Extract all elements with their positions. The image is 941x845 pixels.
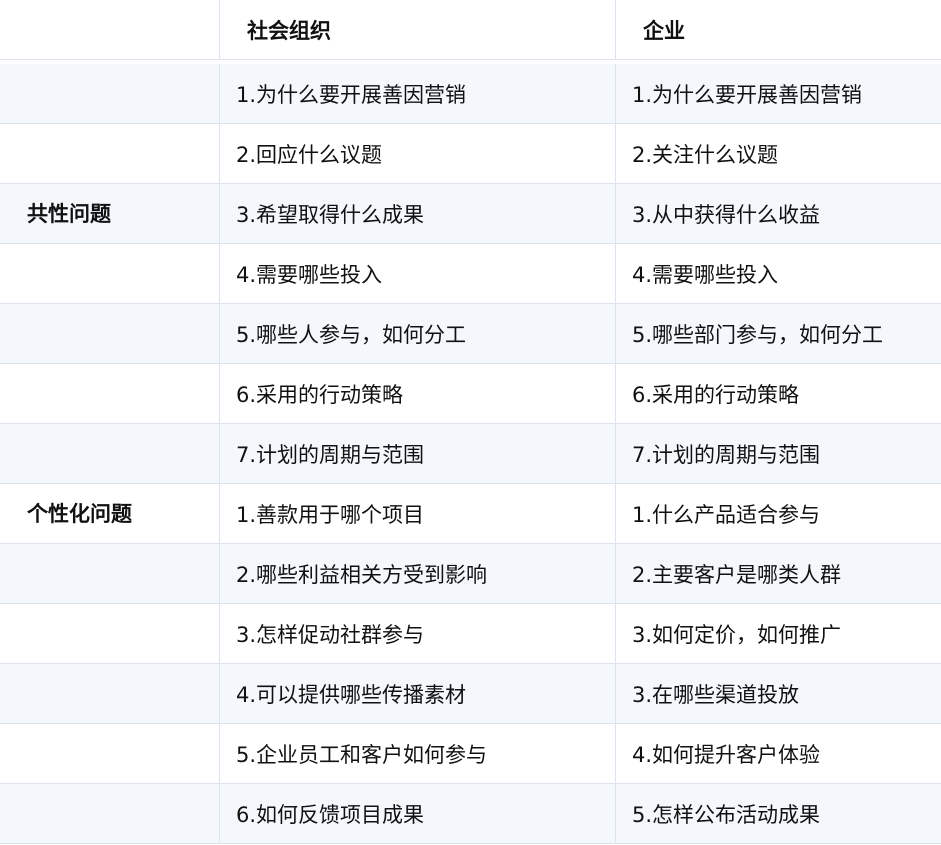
category-cell: [0, 784, 220, 843]
category-cell: [0, 64, 220, 123]
category-cell: [0, 124, 220, 183]
social-org-cell: 5.企业员工和客户如何参与: [220, 724, 616, 783]
social-org-cell: 5.哪些人参与，如何分工: [220, 304, 616, 363]
enterprise-cell: 1.为什么要开展善因营销: [632, 82, 863, 107]
enterprise-cell: 2.关注什么议题: [632, 142, 779, 167]
social-org-cell: 6.如何反馈项目成果: [220, 784, 616, 843]
table-row: 7.计划的周期与范围 7.计划的周期与范围: [0, 424, 941, 484]
table-row: 1.为什么要开展善因营销 1.为什么要开展善因营销: [0, 64, 941, 124]
table-row: 2.哪些利益相关方受到影响 2.主要客户是哪类人群: [0, 544, 941, 604]
social-org-cell: 1.为什么要开展善因营销: [220, 64, 616, 123]
enterprise-cell: 5.怎样公布活动成果: [632, 802, 821, 827]
enterprise-cell: 4.如何提升客户体验: [632, 742, 821, 767]
social-org-cell: 1.善款用于哪个项目: [220, 484, 616, 543]
enterprise-cell: 4.需要哪些投入: [632, 262, 779, 287]
header-cell-enterprise: 企业: [643, 18, 685, 43]
group-label-common: 共性问题: [27, 202, 111, 226]
table-row: 5.哪些人参与，如何分工 5.哪些部门参与，如何分工: [0, 304, 941, 364]
social-org-cell: 4.需要哪些投入: [220, 244, 616, 303]
header-cell-social-org: 社会组织: [220, 0, 616, 59]
category-cell: [0, 424, 220, 483]
enterprise-cell: 2.主要客户是哪类人群: [632, 562, 842, 587]
social-org-cell: 3.希望取得什么成果: [220, 184, 616, 243]
comparison-table: 社会组织 企业 1.为什么要开展善因营销 1.为什么要开展善因营销 2.回应什么…: [0, 0, 941, 845]
table-row: 3.怎样促动社群参与 3.如何定价，如何推广: [0, 604, 941, 664]
social-org-cell: 2.哪些利益相关方受到影响: [220, 544, 616, 603]
enterprise-cell: 6.采用的行动策略: [632, 382, 800, 407]
table-row: 4.可以提供哪些传播素材 3.在哪些渠道投放: [0, 664, 941, 724]
table-row: 1.善款用于哪个项目 1.什么产品适合参与: [0, 484, 941, 544]
social-org-cell: 6.采用的行动策略: [220, 364, 616, 423]
category-cell: [0, 364, 220, 423]
social-org-cell: 2.回应什么议题: [220, 124, 616, 183]
table-row: 6.采用的行动策略 6.采用的行动策略: [0, 364, 941, 424]
social-org-cell: 7.计划的周期与范围: [220, 424, 616, 483]
table-row: 6.如何反馈项目成果 5.怎样公布活动成果: [0, 784, 941, 844]
table-row: 4.需要哪些投入 4.需要哪些投入: [0, 244, 941, 304]
table-row: 5.企业员工和客户如何参与 4.如何提升客户体验: [0, 724, 941, 784]
category-cell: [0, 604, 220, 663]
social-org-cell: 3.怎样促动社群参与: [220, 604, 616, 663]
table-row: 2.回应什么议题 2.关注什么议题: [0, 124, 941, 184]
category-cell: [0, 304, 220, 363]
table-row: 3.希望取得什么成果 3.从中获得什么收益: [0, 184, 941, 244]
social-org-cell: 4.可以提供哪些传播素材: [220, 664, 616, 723]
enterprise-cell: 7.计划的周期与范围: [632, 442, 821, 467]
group-label-individual: 个性化问题: [27, 502, 132, 526]
header-cell-category: [0, 0, 220, 59]
category-cell: [0, 664, 220, 723]
category-cell: [0, 244, 220, 303]
enterprise-cell: 3.在哪些渠道投放: [632, 682, 800, 707]
table-header-row: 社会组织 企业: [0, 0, 941, 60]
category-cell: [0, 724, 220, 783]
enterprise-cell: 3.从中获得什么收益: [632, 202, 821, 227]
category-cell: [0, 544, 220, 603]
enterprise-cell: 1.什么产品适合参与: [632, 502, 821, 527]
enterprise-cell: 3.如何定价，如何推广: [632, 622, 842, 647]
enterprise-cell: 5.哪些部门参与，如何分工: [632, 322, 884, 347]
